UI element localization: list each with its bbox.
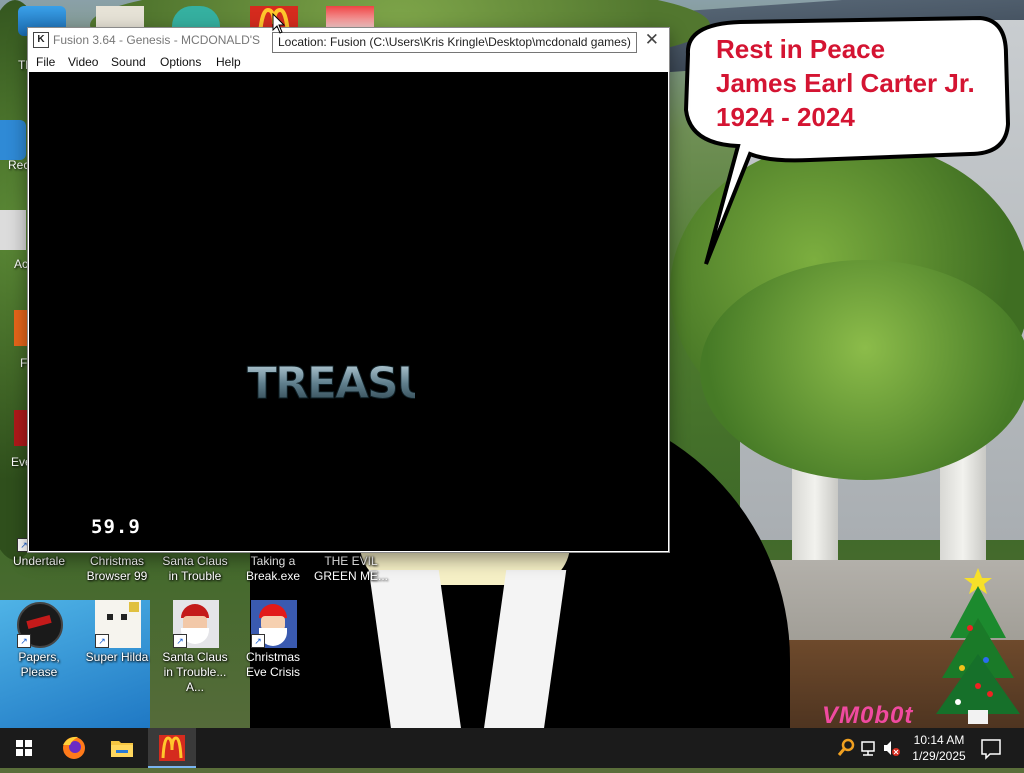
close-icon[interactable]: ✕: [645, 30, 659, 50]
christmas-tree-image: [928, 568, 1020, 728]
clock-time: 10:14 AM: [913, 733, 965, 747]
desktop-icon-label: Rec: [8, 158, 30, 172]
fusion-emulator-window[interactable]: K Fusion 3.64 - Genesis - MCDONALD'S ✕ F…: [28, 28, 669, 552]
firefox-icon: [63, 736, 85, 759]
speech-bubble: Rest in Peace James Earl Carter Jr. 1924…: [680, 14, 1010, 265]
clock-date: 1/29/2025: [912, 749, 966, 763]
desktop-icon-label: Santa Claus in Trouble... A...: [162, 650, 228, 694]
fps-counter: 59.9: [91, 516, 141, 538]
network-icon: [861, 741, 875, 756]
taskbar-file-explorer[interactable]: [98, 728, 146, 768]
desktop-icon-label: Christmas Eve Crisis: [245, 650, 300, 679]
system-tray: [837, 738, 900, 756]
window-title: Fusion 3.64 - Genesis - MCDONALD'S: [53, 33, 261, 47]
desktop-icon-label: Christmas Browser 99: [86, 554, 148, 583]
taskbar-clock[interactable]: 10:14 AM 1/29/2025: [904, 732, 974, 764]
santa-icon: ↗: [249, 600, 297, 648]
mouse-cursor-icon: [272, 13, 286, 34]
desktop-icon-label: Ac: [14, 257, 29, 271]
tribute-line-3: 1924 - 2024: [716, 102, 855, 132]
santa-icon: ↗: [171, 600, 219, 648]
papers-please-icon: ↗: [15, 600, 63, 648]
desktop-icon-label: Papers, Please: [18, 650, 60, 679]
desktop-icon-label: Super Hilda: [85, 650, 149, 664]
menu-help[interactable]: Help: [216, 55, 241, 69]
desktop-icon-label: Santa Claus in Trouble: [162, 554, 228, 583]
desktop-icon-label: Undertale: [12, 554, 66, 568]
wallpaper-corner-mark: VM0b0t: [822, 702, 914, 728]
desktop-icon-label: F: [20, 356, 28, 370]
mcdonalds-icon: [159, 735, 185, 761]
tribute-line-1: Rest in Peace: [716, 34, 886, 64]
menu-file[interactable]: File: [36, 55, 55, 69]
start-button[interactable]: [0, 728, 48, 768]
taskbar-mcdonalds[interactable]: [148, 728, 196, 768]
fusion-app-icon: K: [33, 32, 49, 48]
desktop-icon-label: THE EVIL GREEN ME...: [313, 554, 388, 583]
search-key-icon: [837, 738, 855, 756]
desktop-icon-edge[interactable]: [14, 410, 28, 446]
desktop-icon-label: Tl: [18, 58, 28, 72]
taskbar: 10:14 AM 1/29/2025: [0, 728, 1024, 768]
tribute-text: Rest in Peace James Earl Carter Jr. 1924…: [716, 32, 975, 134]
emulator-screen[interactable]: TREASU 59.9: [29, 72, 668, 551]
taskbar-firefox[interactable]: [50, 728, 98, 768]
menu-sound[interactable]: Sound: [111, 55, 146, 69]
desktop-icon-christmas-eve-crisis[interactable]: ↗ Christmas Eve Crisis: [234, 600, 312, 680]
menu-options[interactable]: Options: [160, 55, 201, 69]
start-icon: [16, 740, 32, 756]
location-tooltip: Location: Fusion (C:\Users\Kris Kringle\…: [272, 32, 637, 53]
game-logo-image: TREASU: [247, 358, 416, 410]
menu-video[interactable]: Video: [68, 55, 98, 69]
tree-foliage: [700, 260, 1024, 480]
notification-icon[interactable]: [978, 728, 1004, 768]
desktop-icon-santa-claus-in-trouble-again[interactable]: ↗ Santa Claus in Trouble... A...: [156, 600, 234, 695]
super-hilda-icon: ↗: [93, 600, 141, 648]
desktop-icon-label: Taking a Break.exe: [245, 554, 301, 583]
menu-bar: File Video Sound Options Help: [28, 52, 669, 72]
game-logo-text: TREASU: [247, 358, 415, 409]
file-explorer-icon: [111, 741, 133, 757]
tribute-line-2: James Earl Carter Jr.: [716, 68, 975, 98]
volume-muted-icon: [884, 741, 900, 756]
desktop-icon-super-hilda[interactable]: ↗ Super Hilda: [78, 600, 156, 665]
desktop-icon-edge[interactable]: [0, 210, 26, 250]
desktop-icon-edge[interactable]: [14, 310, 28, 346]
desktop-icon-papers-please[interactable]: ↗ Papers, Please: [0, 600, 78, 680]
recycle-bin-icon[interactable]: [0, 120, 26, 160]
